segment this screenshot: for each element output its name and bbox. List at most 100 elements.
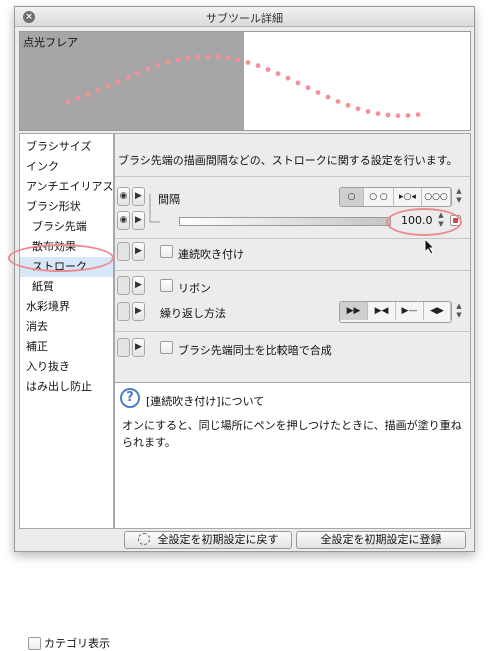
stroke-dot [245, 60, 251, 65]
stroke-dot [385, 112, 391, 118]
category-item[interactable]: ブラシ形状 [20, 197, 113, 217]
stroke-dot [235, 57, 241, 63]
segment-option[interactable]: ▶▶ [340, 302, 368, 320]
stroke-dot [265, 67, 271, 72]
expand-arrow-icon[interactable]: ▶ [132, 187, 145, 206]
stroke-dot [345, 102, 351, 108]
category-toggle[interactable]: カテゴリ表示 [28, 635, 110, 651]
eye-slot[interactable] [117, 302, 130, 321]
repeat-method-spinner[interactable]: ▲ ▼ [454, 302, 464, 322]
mouse-pointer-icon [424, 238, 436, 255]
category-item[interactable]: アンチエイリアス [20, 177, 114, 197]
stroke-dot [95, 88, 101, 93]
category-item[interactable]: 入り抜き [20, 357, 113, 377]
stroke-dot [395, 113, 401, 119]
eye-icon[interactable]: ◉ [117, 187, 130, 206]
stroke-dot [195, 54, 201, 60]
stroke-dot [205, 54, 211, 59]
segment-option[interactable]: ○○○ [422, 188, 451, 206]
category-item[interactable]: ブラシサイズ [20, 137, 113, 157]
preview-brush-name: 点光フレア [23, 36, 78, 49]
window-title: サブツール詳細 [206, 12, 283, 25]
stroke-dot [375, 111, 381, 116]
stroke-dot [275, 71, 281, 77]
stroke-dot [295, 80, 301, 86]
highlight-ring [386, 208, 462, 236]
compare-darken-checkbox[interactable] [160, 341, 173, 354]
category-list: ブラシサイズ インク アンチエイリアス ブラシ形状 ブラシ先端 散布効果 ストローク 紙質 水彩… [19, 133, 114, 650]
help-panel: ? [連続吹き付け]について オンにすると、同じ場所にペンを押しつけたときに、描… [115, 382, 470, 528]
expand-arrow-icon[interactable]: ▶ [132, 302, 145, 321]
reset-all-label: 全設定を初期設定に戻す [157, 533, 279, 546]
stroke-dot [305, 85, 311, 91]
stroke-dot [155, 62, 161, 68]
segment-option[interactable]: ▸○◂ [394, 188, 422, 206]
category-item[interactable]: 消去 [20, 317, 113, 337]
category-item[interactable]: インク [20, 157, 113, 177]
category-highlight-ring [8, 244, 114, 272]
settings-panel: ブラシ先端の描画間隔などの、ストロークに関する設定を行います。 ◉ ▶ 間隔 ○… [114, 133, 471, 529]
help-heading: [連続吹き付け]について [146, 395, 265, 408]
category-item[interactable]: ブラシ先端 [20, 217, 113, 237]
tree-connector [149, 194, 160, 223]
stroke-dot [225, 55, 231, 61]
segment-option[interactable]: ○ [340, 188, 364, 206]
stroke-dot [185, 55, 191, 61]
eye-slot[interactable] [117, 276, 130, 295]
repeat-method-label: 繰り返し方法 [160, 307, 226, 320]
eye-icon[interactable]: ◉ [117, 211, 130, 230]
stroke-dot [215, 54, 221, 60]
reset-all-button[interactable]: 全設定を初期設定に戻す [124, 531, 292, 549]
stroke-dot [75, 96, 81, 101]
category-description: ブラシ先端の描画間隔などの、ストロークに関する設定を行います。 [118, 154, 458, 167]
interval-mode-spinner[interactable]: ▲ ▼ [454, 187, 464, 207]
category-item[interactable]: はみ出し防止 [20, 377, 113, 397]
stroke-dot [115, 79, 121, 84]
stroke-dot [285, 75, 291, 81]
category-item[interactable]: 水彩境界 [20, 297, 113, 317]
category-item[interactable]: 紙質 [20, 277, 113, 297]
compare-darken-label: ブラシ先端同士を比較暗で合成 [178, 344, 332, 357]
preview-stroke [65, 54, 421, 119]
stroke-dot [145, 66, 151, 72]
stroke-preview: 点光フレア [19, 31, 471, 131]
divider [115, 176, 470, 177]
segment-option[interactable]: ○ ○ [364, 188, 394, 206]
divider [115, 238, 470, 239]
subtool-detail-window: × サブツール詳細 点光フレア ブラシサイズ インク アンチエイリアス ブラシ形状 ブラ… [14, 6, 475, 650]
expand-arrow-icon[interactable]: ▶ [132, 276, 145, 295]
stroke-dot [335, 99, 341, 104]
segment-option[interactable]: ▶— [396, 302, 424, 320]
interval-slider[interactable] [179, 217, 391, 226]
stroke-dot [65, 99, 71, 105]
interval-mode-selector[interactable]: ○ ○ ○ ▸○◂ ○○○ [339, 187, 452, 207]
reset-icon [137, 533, 150, 545]
continuous-spray-label: 連続吹き付け [178, 248, 244, 261]
stroke-dot [175, 57, 181, 63]
segment-option[interactable]: ◀▶ [424, 302, 451, 320]
question-icon: ? [120, 388, 140, 408]
register-all-button[interactable]: 全設定を初期設定に登録 [296, 531, 466, 549]
ribbon-label: リボン [178, 282, 211, 295]
expand-arrow-icon[interactable]: ▶ [132, 338, 145, 357]
category-item[interactable]: 補正 [20, 337, 113, 357]
stroke-dot [135, 70, 141, 76]
continuous-spray-checkbox[interactable] [160, 245, 173, 258]
category-toggle-checkbox[interactable] [28, 636, 41, 650]
expand-arrow-icon[interactable]: ▶ [132, 242, 145, 261]
stroke-dot [315, 90, 321, 95]
stroke-dot [325, 94, 331, 100]
eye-slot[interactable] [117, 338, 130, 357]
category-toggle-label: カテゴリ表示 [44, 637, 110, 650]
register-all-label: 全設定を初期設定に登録 [320, 533, 442, 546]
stroke-dot [405, 113, 411, 118]
stroke-dot [85, 92, 91, 97]
segment-option[interactable]: ▶◀ [368, 302, 396, 320]
expand-arrow-icon[interactable]: ▶ [132, 211, 145, 230]
repeat-method-selector[interactable]: ▶▶ ▶◀ ▶— ◀▶ [339, 301, 452, 323]
ribbon-checkbox[interactable] [160, 279, 173, 292]
divider [115, 270, 470, 271]
title-bar[interactable]: × サブツール詳細 [15, 7, 474, 27]
stroke-dot [415, 112, 421, 117]
eye-slot[interactable] [117, 242, 130, 261]
